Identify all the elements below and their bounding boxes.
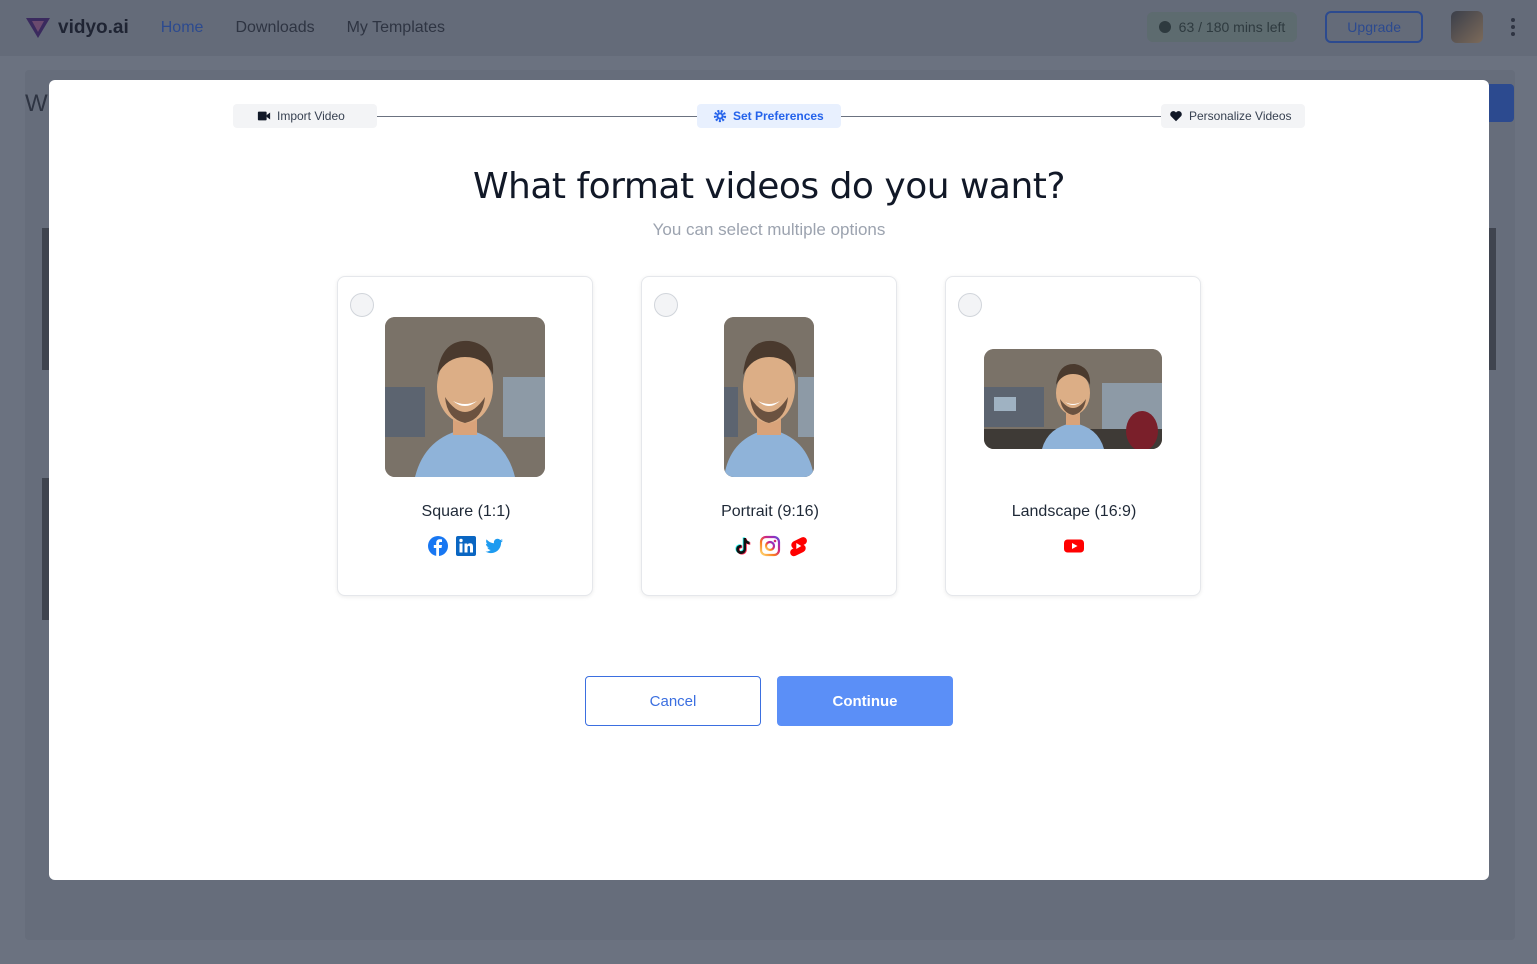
progress-stepper: Import Video Set Preferences Personalize… <box>233 104 1305 128</box>
minutes-remaining-text: 63 / 180 mins left <box>1178 19 1286 35</box>
header-actions: 63 / 180 mins left Upgrade <box>1146 11 1515 43</box>
format-label: Square (1:1) <box>421 503 511 520</box>
platform-icons <box>642 535 898 557</box>
background-action-button <box>1488 84 1514 122</box>
youtube-shorts-icon <box>790 537 807 557</box>
gear-icon <box>713 109 727 123</box>
video-camera-icon <box>257 111 271 121</box>
nav-my-templates[interactable]: My Templates <box>347 19 445 37</box>
clock-icon <box>1158 21 1171 33</box>
stepper-connector <box>841 116 1163 117</box>
facebook-icon <box>428 536 448 556</box>
user-avatar[interactable] <box>1451 11 1483 43</box>
modal-title: What format videos do you want? <box>472 166 1066 207</box>
format-checkbox[interactable] <box>958 293 982 317</box>
linkedin-icon <box>456 536 476 556</box>
continue-button[interactable]: Continue <box>777 676 953 726</box>
background-heading: W <box>25 90 48 117</box>
twitter-icon <box>485 538 503 554</box>
format-card-square[interactable]: Square (1:1) <box>337 276 593 596</box>
heart-icon <box>1170 111 1182 122</box>
cancel-button[interactable]: Cancel <box>585 676 761 726</box>
main-nav: Home Downloads My Templates <box>161 19 445 37</box>
tiktok-icon <box>735 537 751 555</box>
format-card-landscape[interactable]: Landscape (16:9) <box>945 276 1201 596</box>
minutes-remaining-badge: 63 / 180 mins left <box>1146 12 1298 42</box>
step-label: Personalize Videos <box>1189 109 1292 123</box>
upgrade-button[interactable]: Upgrade <box>1325 11 1423 43</box>
nav-downloads[interactable]: Downloads <box>235 19 314 37</box>
landscape-preview-image <box>984 349 1162 449</box>
step-set-preferences: Set Preferences <box>697 104 841 128</box>
format-label: Landscape (16:9) <box>1011 503 1137 520</box>
square-preview-image <box>385 317 545 477</box>
more-options-icon[interactable] <box>1511 18 1515 36</box>
step-label: Set Preferences <box>733 109 824 123</box>
app-logo[interactable]: vidyo.ai <box>24 16 129 40</box>
portrait-preview-image <box>724 317 814 477</box>
stepper-connector <box>377 116 697 117</box>
step-import-video: Import Video <box>233 104 377 128</box>
format-label: Portrait (9:16) <box>721 503 819 520</box>
step-label: Import Video <box>277 109 345 123</box>
youtube-icon <box>1064 539 1084 553</box>
format-checkbox[interactable] <box>350 293 374 317</box>
step-personalize-videos: Personalize Videos <box>1161 104 1305 128</box>
brand-name: vidyo.ai <box>58 17 129 38</box>
top-navigation-bar: vidyo.ai Home Downloads My Templates 63 … <box>0 0 1537 56</box>
format-selection-modal: Import Video Set Preferences Personalize… <box>49 80 1489 880</box>
platform-icons <box>946 535 1202 557</box>
platform-icons <box>338 535 594 557</box>
nav-home[interactable]: Home <box>161 19 204 37</box>
format-checkbox[interactable] <box>654 293 678 317</box>
modal-subtitle: You can select multiple options <box>652 220 886 239</box>
background-card <box>1488 228 1496 370</box>
logo-icon <box>26 18 50 38</box>
instagram-icon <box>759 535 781 557</box>
format-card-portrait[interactable]: Portrait (9:16) <box>641 276 897 596</box>
